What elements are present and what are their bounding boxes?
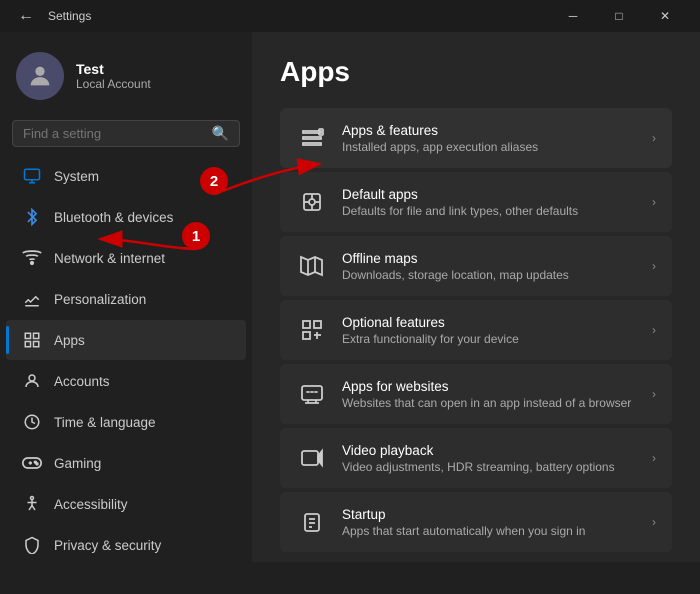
sidebar-item-system[interactable]: System — [6, 156, 246, 196]
search-box[interactable]: 🔍 — [12, 120, 240, 147]
user-account-type: Local Account — [76, 77, 151, 91]
optional-features-desc: Extra functionality for your device — [342, 332, 638, 346]
sidebar-item-apps[interactable]: Apps — [6, 320, 246, 360]
video-playback-desc: Video adjustments, HDR streaming, batter… — [342, 460, 638, 474]
offline-maps-icon — [296, 250, 328, 282]
user-name: Test — [76, 61, 151, 77]
sidebar-item-network[interactable]: Network & internet — [6, 238, 246, 278]
accounts-icon — [22, 371, 42, 391]
sidebar-nav: System Bluetooth & devices Network & int… — [0, 155, 252, 562]
apps-websites-desc: Websites that can open in an app instead… — [342, 396, 638, 410]
optional-features-chevron: › — [652, 323, 656, 337]
apps-websites-icon — [296, 378, 328, 410]
default-apps-text: Default apps Defaults for file and link … — [342, 187, 638, 218]
video-playback-card[interactable]: Video playback Video adjustments, HDR st… — [280, 428, 672, 488]
sidebar-item-privacy-label: Privacy & security — [54, 538, 161, 553]
sidebar-item-apps-label: Apps — [54, 333, 85, 348]
sidebar-item-bluetooth-label: Bluetooth & devices — [54, 210, 173, 225]
apps-websites-text: Apps for websites Websites that can open… — [342, 379, 638, 410]
back-button[interactable]: ← — [12, 5, 40, 27]
avatar — [16, 52, 64, 100]
apps-features-title: Apps & features — [342, 123, 638, 138]
titlebar: ← Settings ─ □ ✕ — [0, 0, 700, 32]
default-apps-icon — [296, 186, 328, 218]
sidebar: Test Local Account 🔍 System Bluetooth & … — [0, 32, 252, 562]
time-icon — [22, 412, 42, 432]
offline-maps-title: Offline maps — [342, 251, 638, 266]
minimize-button[interactable]: ─ — [550, 0, 596, 32]
sidebar-item-privacy[interactable]: Privacy & security — [6, 525, 246, 562]
sidebar-item-personalization[interactable]: Personalization — [6, 279, 246, 319]
apps-icon — [22, 330, 42, 350]
offline-maps-chevron: › — [652, 259, 656, 273]
personalization-icon — [22, 289, 42, 309]
titlebar-left: ← Settings — [12, 5, 91, 27]
optional-features-text: Optional features Extra functionality fo… — [342, 315, 638, 346]
video-playback-title: Video playback — [342, 443, 638, 458]
startup-icon — [296, 506, 328, 538]
apps-features-icon — [296, 122, 328, 154]
accessibility-icon — [22, 494, 42, 514]
apps-websites-title: Apps for websites — [342, 379, 638, 394]
video-playback-icon — [296, 442, 328, 474]
titlebar-title: Settings — [48, 9, 91, 23]
titlebar-controls: ─ □ ✕ — [550, 0, 688, 32]
sidebar-item-accessibility-label: Accessibility — [54, 497, 128, 512]
close-button[interactable]: ✕ — [642, 0, 688, 32]
apps-websites-card[interactable]: Apps for websites Websites that can open… — [280, 364, 672, 424]
page-title: Apps — [280, 56, 672, 88]
default-apps-chevron: › — [652, 195, 656, 209]
bluetooth-icon — [22, 207, 42, 227]
search-icon[interactable]: 🔍 — [212, 125, 229, 142]
apps-features-text: Apps & features Installed apps, app exec… — [342, 123, 638, 154]
offline-maps-text: Offline maps Downloads, storage location… — [342, 251, 638, 282]
startup-chevron: › — [652, 515, 656, 529]
sidebar-item-accounts[interactable]: Accounts — [6, 361, 246, 401]
gaming-icon — [22, 453, 42, 473]
sidebar-item-bluetooth[interactable]: Bluetooth & devices — [6, 197, 246, 237]
startup-desc: Apps that start automatically when you s… — [342, 524, 638, 538]
optional-features-title: Optional features — [342, 315, 638, 330]
search-input[interactable] — [23, 126, 204, 141]
apps-features-chevron: › — [652, 131, 656, 145]
video-playback-text: Video playback Video adjustments, HDR st… — [342, 443, 638, 474]
sidebar-item-time-label: Time & language — [54, 415, 156, 430]
sidebar-item-accounts-label: Accounts — [54, 374, 110, 389]
network-icon — [22, 248, 42, 268]
apps-features-desc: Installed apps, app execution aliases — [342, 140, 638, 154]
sidebar-item-gaming[interactable]: Gaming — [6, 443, 246, 483]
restore-button[interactable]: □ — [596, 0, 642, 32]
offline-maps-desc: Downloads, storage location, map updates — [342, 268, 638, 282]
sidebar-item-personalization-label: Personalization — [54, 292, 146, 307]
user-info: Test Local Account — [76, 61, 151, 91]
apps-features-card[interactable]: Apps & features Installed apps, app exec… — [280, 108, 672, 168]
sidebar-item-system-label: System — [54, 169, 99, 184]
startup-card[interactable]: Startup Apps that start automatically wh… — [280, 492, 672, 552]
default-apps-title: Default apps — [342, 187, 638, 202]
apps-websites-chevron: › — [652, 387, 656, 401]
startup-text: Startup Apps that start automatically wh… — [342, 507, 638, 538]
sidebar-item-gaming-label: Gaming — [54, 456, 101, 471]
startup-title: Startup — [342, 507, 638, 522]
sidebar-item-accessibility[interactable]: Accessibility — [6, 484, 246, 524]
sidebar-item-time[interactable]: Time & language — [6, 402, 246, 442]
privacy-icon — [22, 535, 42, 555]
main-layout: Test Local Account 🔍 System Bluetooth & … — [0, 32, 700, 562]
system-icon — [22, 166, 42, 186]
content-area: Apps Apps & features Installed apps, app… — [252, 32, 700, 562]
optional-features-icon — [296, 314, 328, 346]
default-apps-card[interactable]: Default apps Defaults for file and link … — [280, 172, 672, 232]
video-playback-chevron: › — [652, 451, 656, 465]
default-apps-desc: Defaults for file and link types, other … — [342, 204, 638, 218]
optional-features-card[interactable]: Optional features Extra functionality fo… — [280, 300, 672, 360]
offline-maps-card[interactable]: Offline maps Downloads, storage location… — [280, 236, 672, 296]
user-profile[interactable]: Test Local Account — [0, 40, 252, 116]
sidebar-item-network-label: Network & internet — [54, 251, 165, 266]
